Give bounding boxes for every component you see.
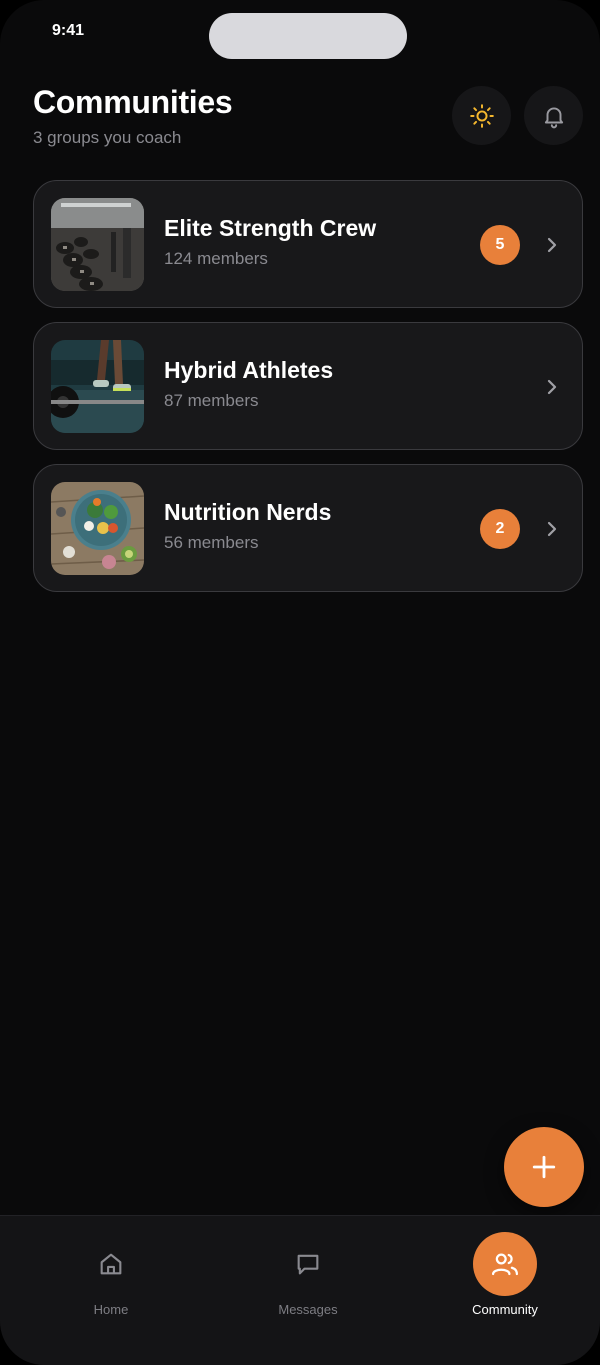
member-count: 124 members xyxy=(164,249,268,268)
community-card[interactable]: Elite Strength Crew 124 members 5 xyxy=(33,180,583,308)
phone-screen: 9:41 Communities 3 groups you coach Elit… xyxy=(0,0,600,1365)
message-icon xyxy=(297,1254,319,1275)
community-thumbnail xyxy=(51,482,144,575)
community-name: Elite Strength Crew xyxy=(164,215,377,241)
theme-toggle-button[interactable] xyxy=(452,86,511,145)
sun-icon xyxy=(469,103,494,128)
community-list: Elite Strength Crew 124 members 5 Hybrid… xyxy=(33,180,583,606)
chevron-right-icon xyxy=(547,521,557,537)
status-time: 9:41 xyxy=(52,22,85,39)
community-thumbnail xyxy=(51,340,144,433)
member-count: 87 members xyxy=(164,391,259,410)
bottom-tab-bar: Home Messages Community xyxy=(0,1215,600,1365)
page-title: Communities xyxy=(33,84,233,120)
unread-badge: 2 xyxy=(480,509,520,549)
plus-icon xyxy=(532,1155,556,1179)
tab-label: Home xyxy=(93,1302,129,1317)
bell-icon xyxy=(544,106,563,128)
tab-community[interactable]: Community xyxy=(405,1216,600,1336)
home-icon xyxy=(100,1253,122,1275)
dynamic-island xyxy=(209,13,407,59)
tab-icon-wrap xyxy=(79,1232,143,1296)
community-name: Nutrition Nerds xyxy=(164,499,332,525)
tab-home[interactable]: Home xyxy=(11,1216,211,1336)
add-community-button[interactable] xyxy=(504,1127,584,1207)
unread-badge: 5 xyxy=(480,225,520,265)
chevron-right-icon xyxy=(547,237,557,253)
chevron-right-icon xyxy=(547,379,557,395)
page-subtitle: 3 groups you coach xyxy=(33,128,182,147)
tab-icon-wrap xyxy=(473,1232,537,1296)
community-card[interactable]: Nutrition Nerds 56 members 2 xyxy=(33,464,583,592)
notifications-button[interactable] xyxy=(524,86,583,145)
tab-icon-wrap xyxy=(276,1232,340,1296)
community-name: Hybrid Athletes xyxy=(164,357,334,383)
tab-label: Community xyxy=(472,1302,538,1317)
community-thumbnail xyxy=(51,198,144,291)
member-count: 56 members xyxy=(164,533,259,552)
tab-label: Messages xyxy=(278,1302,338,1317)
tab-messages[interactable]: Messages xyxy=(208,1216,408,1336)
users-icon xyxy=(492,1253,518,1276)
community-card[interactable]: Hybrid Athletes 87 members xyxy=(33,322,583,450)
